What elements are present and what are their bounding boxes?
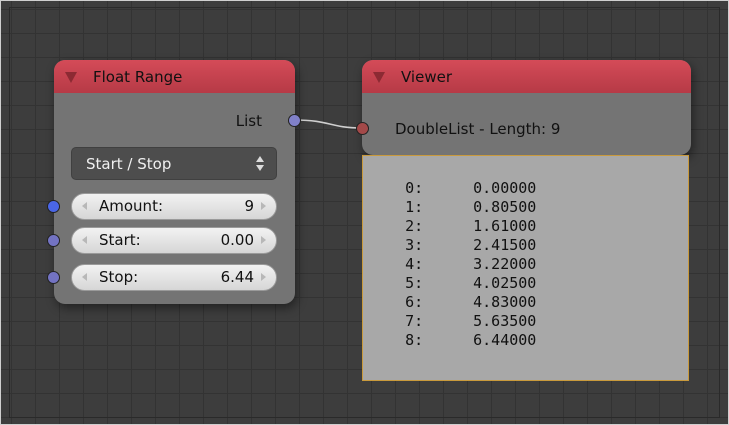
decrement-arrow-icon[interactable] [82,236,87,244]
amount-input-socket[interactable] [47,200,60,213]
list-output-label: List [235,112,262,130]
list-item: 5: 4.02500 [369,255,536,292]
node-link[interactable] [294,119,363,129]
mode-dropdown-value: Start / Stop [86,155,172,173]
amount-value: 9 [244,197,254,215]
list-item: 0: 0.00000 [369,160,536,197]
increment-arrow-icon[interactable] [261,236,266,244]
list-item: 8: 6.44000 [369,312,536,349]
row-value: 6.44000 [473,331,537,349]
decrement-arrow-icon[interactable] [82,273,87,281]
collapse-arrow-icon[interactable] [373,72,385,83]
list-item: 3: 2.41500 [369,217,536,254]
stop-input-socket[interactable] [47,271,60,284]
row-index: 8: [405,331,424,349]
list-item: 4: 3.22000 [369,236,536,273]
decrement-arrow-icon[interactable] [82,202,87,210]
viewer-input-socket[interactable] [356,122,369,135]
list-item: 6: 4.83000 [369,274,536,311]
viewer-node[interactable]: Viewer DoubleList - Length: 9 [356,60,691,155]
viewer-title: Viewer [401,68,452,86]
amount-label: Amount: [99,197,163,215]
mode-dropdown[interactable]: Start / Stop [71,147,277,180]
increment-arrow-icon[interactable] [261,202,266,210]
list-item: 7: 5.63500 [369,293,536,330]
start-label: Start: [99,231,141,249]
float-range-title: Float Range [93,68,183,86]
start-field[interactable]: Start: 0.00 [71,227,277,254]
start-value: 0.00 [220,231,254,249]
dropdown-updown-icon [256,154,265,174]
stop-value: 6.44 [220,268,254,286]
viewer-header[interactable]: Viewer [362,60,691,93]
increment-arrow-icon[interactable] [261,273,266,281]
stop-label: Stop: [99,268,139,286]
viewer-text-panel[interactable]: 0: 0.00000 1: 0.80500 2: 1.61000 3: 2.41500 … [362,155,689,381]
stop-field[interactable]: Stop: 6.44 [71,264,277,291]
list-output-socket[interactable] [288,114,301,127]
list-item: 2: 1.61000 [369,198,536,235]
float-range-header[interactable]: Float Range [54,60,295,93]
collapse-arrow-icon[interactable] [65,72,77,83]
float-range-node[interactable]: Float Range List Start / Stop Amount: 9 … [47,60,301,304]
amount-field[interactable]: Amount: 9 [71,193,277,220]
viewer-info-label: DoubleList - Length: 9 [395,120,561,138]
start-input-socket[interactable] [47,234,60,247]
list-item: 1: 0.80500 [369,179,536,216]
